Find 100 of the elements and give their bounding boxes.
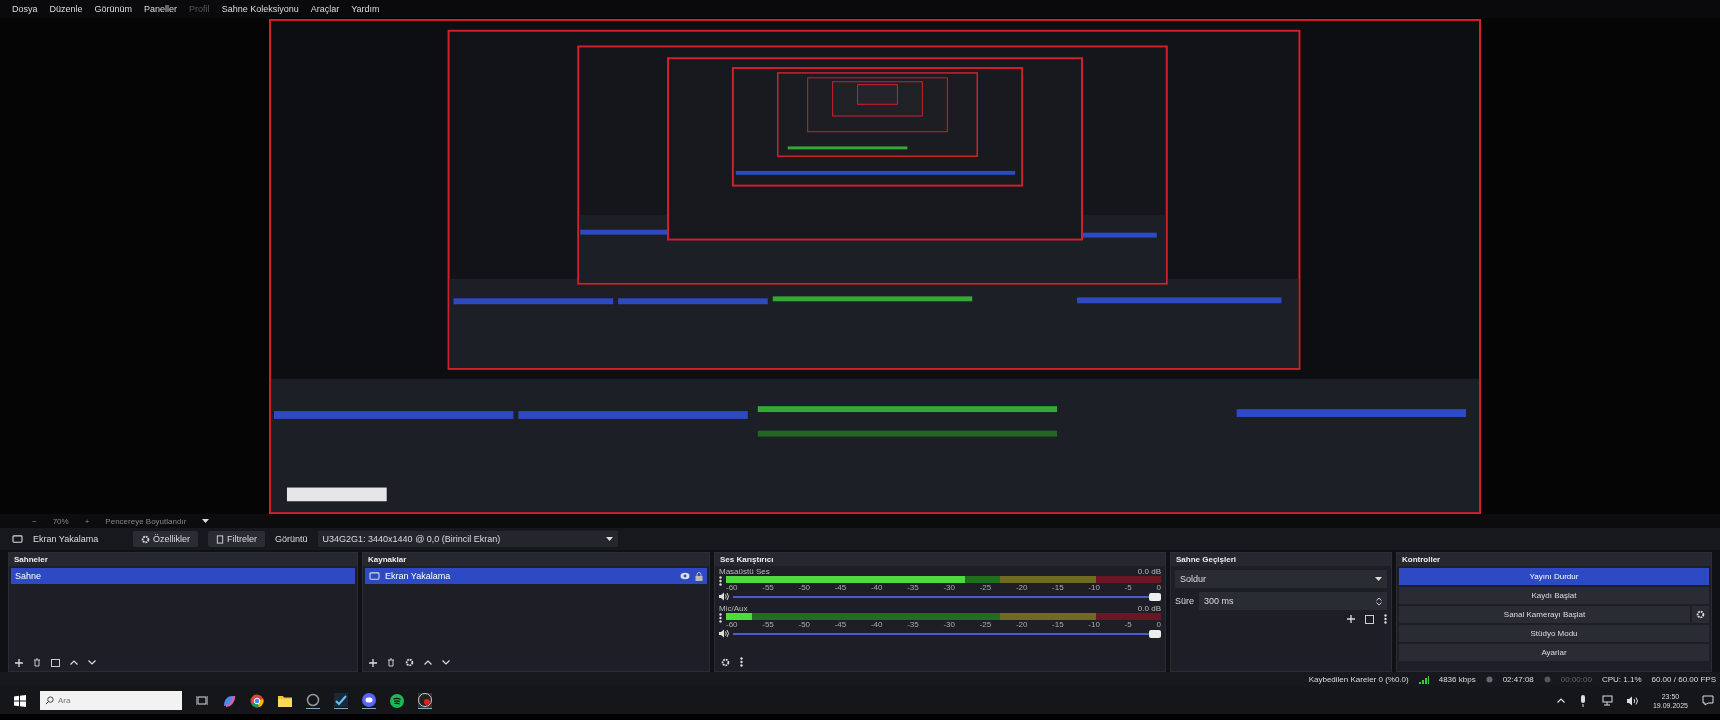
duration-field[interactable]: 300 ms xyxy=(1199,592,1387,610)
meter-tick-label: -35 xyxy=(907,620,919,629)
meter-tick-label: -40 xyxy=(870,620,883,629)
meter-tick-label: -5 xyxy=(1124,583,1132,592)
channel-name: Mic/Aux xyxy=(719,604,748,613)
meter-tick-label: 0 xyxy=(1156,620,1161,629)
taskbar-search-field[interactable]: Ara xyxy=(40,691,182,710)
monitor-icon xyxy=(369,571,380,581)
move-up-icon[interactable] xyxy=(70,660,78,665)
filter-icon[interactable] xyxy=(51,658,60,667)
dock-header: Sahne Geçişleri xyxy=(1171,553,1391,566)
signal-bars-icon xyxy=(1418,675,1429,684)
meter-tick-label: 0 xyxy=(1156,583,1161,592)
dropdown-caret-icon xyxy=(1375,577,1382,581)
dock-header: Kaynaklar xyxy=(363,553,709,566)
scene-item[interactable]: Sahne xyxy=(11,568,355,584)
more-icon[interactable] xyxy=(1384,614,1387,624)
display-dropdown[interactable]: U34G2G1: 3440x1440 @ 0,0 (Birincil Ekran) xyxy=(317,531,618,547)
folder-icon[interactable] xyxy=(278,694,292,707)
speaker-icon[interactable] xyxy=(719,592,729,601)
add-icon[interactable] xyxy=(15,658,23,667)
record-dot-icon xyxy=(1543,676,1551,683)
meter-tick-label: -45 xyxy=(834,583,847,592)
stream-dot-icon xyxy=(1485,676,1493,683)
chevron-up-icon[interactable] xyxy=(1556,698,1565,703)
menu-item[interactable]: Görünüm xyxy=(94,4,133,14)
move-down-icon[interactable] xyxy=(442,660,450,665)
browser-icon[interactable] xyxy=(250,693,264,708)
zoom-out-button[interactable]: − xyxy=(32,516,37,526)
meter-tick-label: -60 xyxy=(726,620,738,629)
filters-button[interactable]: Filtreler xyxy=(208,531,266,547)
monitor-icon xyxy=(12,534,23,544)
music-app-icon[interactable] xyxy=(390,693,404,708)
menu-item[interactable]: Araçlar xyxy=(310,4,340,14)
speaker-icon[interactable] xyxy=(1626,695,1639,706)
windows-start-icon[interactable] xyxy=(14,694,26,707)
trash-icon[interactable] xyxy=(33,658,41,667)
dock-header: Sahneler xyxy=(9,553,357,566)
cpu-usage: CPU: 1.1% xyxy=(1601,675,1642,684)
menu-item[interactable]: Düzenle xyxy=(49,4,83,14)
dropped-frames: Kaybedilen Kareler 0 (%0.0) xyxy=(1308,675,1409,684)
dropdown-caret-icon xyxy=(605,537,613,541)
more-icon[interactable] xyxy=(719,576,722,586)
menu-item[interactable]: Yardım xyxy=(351,4,380,14)
speaker-icon[interactable] xyxy=(719,629,729,638)
control-button[interactable]: Stüdyo Modu xyxy=(1399,625,1709,642)
meter-tick-label: -25 xyxy=(979,620,992,629)
channel-reading: 0.0 dB xyxy=(1137,567,1161,576)
notification-icon[interactable] xyxy=(1702,695,1714,706)
duration-label: Süre xyxy=(1175,596,1194,606)
control-button[interactable]: Kaydı Başlat xyxy=(1399,587,1709,604)
control-button[interactable]: Yayını Durdur xyxy=(1399,568,1709,585)
spinner-arrows-icon[interactable] xyxy=(1376,596,1382,606)
move-up-icon[interactable] xyxy=(424,660,432,665)
network-icon[interactable] xyxy=(1600,695,1613,706)
lock-icon[interactable] xyxy=(695,571,703,581)
control-button[interactable]: Ayarlar xyxy=(1399,644,1709,661)
checkmark-app-icon[interactable] xyxy=(334,692,348,709)
meter-tick-label: -35 xyxy=(907,583,919,592)
add-icon[interactable] xyxy=(369,658,377,667)
more-icon[interactable] xyxy=(740,657,743,667)
transition-dropdown[interactable]: Soldur xyxy=(1175,570,1387,588)
dropdown-caret-icon xyxy=(202,519,210,523)
zoom-in-button[interactable]: + xyxy=(84,516,90,526)
move-down-icon[interactable] xyxy=(88,660,96,665)
volume-slider-thumb[interactable] xyxy=(1149,629,1161,638)
menu-item[interactable]: Paneller xyxy=(144,4,178,14)
meter-tick-label: -60 xyxy=(726,583,738,592)
trash-icon[interactable] xyxy=(387,658,395,667)
filter-icon xyxy=(216,534,224,544)
swirl-app-icon[interactable] xyxy=(222,693,236,708)
meter-tick-label: -25 xyxy=(979,583,992,592)
gear-icon xyxy=(1696,610,1705,619)
meter-tick-label: -45 xyxy=(834,620,847,629)
meter-tick-label: -15 xyxy=(1052,583,1064,592)
eye-icon[interactable] xyxy=(680,572,690,580)
meter-tick-label: -15 xyxy=(1052,620,1064,629)
ring-app-icon[interactable] xyxy=(306,692,320,709)
microphone-icon[interactable] xyxy=(1578,694,1587,707)
meter-tick-label: -40 xyxy=(870,583,883,592)
menu-item[interactable]: Sahne Koleksiyonu xyxy=(221,4,299,14)
add-icon[interactable] xyxy=(1347,615,1355,623)
record-app-icon[interactable] xyxy=(418,692,432,709)
stream-time: 02:47:08 xyxy=(1502,675,1534,684)
properties-icon[interactable] xyxy=(1365,614,1374,624)
settings-button[interactable] xyxy=(1692,606,1709,623)
more-icon[interactable] xyxy=(719,613,722,623)
control-button[interactable]: Sanal Kamerayı Başlat xyxy=(1399,606,1690,623)
chat-app-icon[interactable] xyxy=(362,692,376,709)
source-item[interactable]: Ekran Yakalama xyxy=(365,568,707,584)
fps-counter: 60.00 / 60.00 FPS xyxy=(1651,675,1716,684)
display-label: Görüntü xyxy=(275,534,308,544)
channel-reading: 0.0 dB xyxy=(1137,604,1161,613)
volume-slider-thumb[interactable] xyxy=(1149,592,1161,601)
menu-item[interactable]: Dosya xyxy=(12,4,38,14)
bitrate: 4836 kbps xyxy=(1438,675,1476,684)
task-view-icon[interactable] xyxy=(196,695,208,706)
record-time: 00:00:00 xyxy=(1560,675,1592,684)
properties-button[interactable]: Özellikler xyxy=(133,531,198,547)
scale-mode-dropdown[interactable]: Pencereye Boyutlandır xyxy=(105,516,187,526)
